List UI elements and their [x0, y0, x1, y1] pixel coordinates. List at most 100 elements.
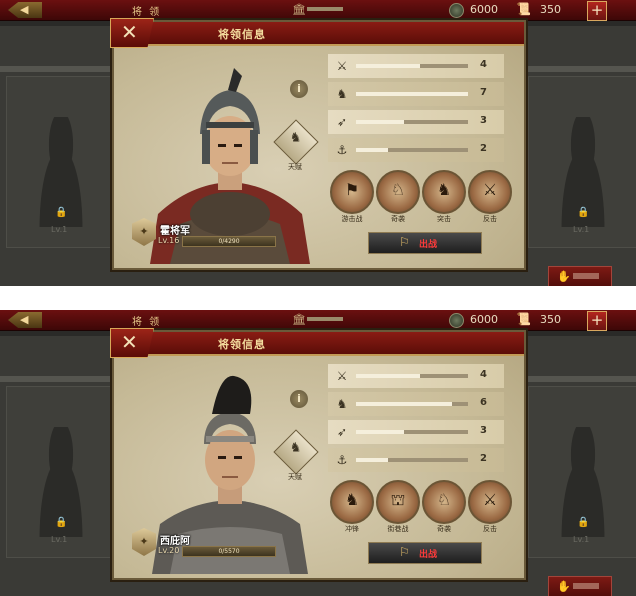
lock-icon: 🔒: [55, 207, 68, 218]
general-name: 西庇阿: [160, 536, 190, 547]
close-button[interactable]: ✕: [110, 328, 154, 358]
anchor-icon: ⚓: [336, 453, 348, 467]
stat-row: ➶ 3: [328, 420, 504, 444]
horse-head-icon: ♞: [289, 130, 302, 146]
stat-value: 2: [480, 143, 487, 154]
top-bar: ◀ 将 领 🏛 6000 📜 350 +: [0, 0, 636, 21]
general-slot[interactable]: 🔒 Lv.1: [6, 386, 116, 558]
coin-count: 6000: [470, 3, 498, 16]
dialog-title: 将领信息: [218, 338, 266, 351]
stat-value: 3: [480, 425, 487, 436]
stat-value: 4: [480, 59, 487, 70]
skill-label: 反击: [483, 215, 497, 223]
talent-label: 天赋: [288, 163, 302, 171]
dialog-header: 将领信息: [114, 22, 524, 46]
general-slot[interactable]: 🔒 Lv.1: [6, 76, 116, 248]
stat-value: 6: [480, 397, 487, 408]
skill-charge[interactable]: ♞: [422, 170, 466, 214]
back-arrow-icon: ◀: [20, 313, 29, 326]
slot-level: Lv.1: [51, 535, 68, 544]
stat-value: 4: [480, 369, 487, 380]
skill-counter[interactable]: ⚔: [468, 480, 512, 524]
skill-guerrilla[interactable]: ⚑: [330, 170, 374, 214]
general-slot[interactable]: 🔒 Lv.1: [528, 386, 636, 558]
scroll-count: 350: [540, 3, 561, 16]
skill-label: 街巷战: [387, 525, 409, 533]
close-button[interactable]: ✕: [110, 18, 154, 48]
slot-level: Lv.1: [573, 535, 590, 544]
skill-street-fight[interactable]: ⛫: [376, 480, 420, 524]
skill-label: 冲锋: [345, 525, 359, 533]
deploy-button[interactable]: ⚐ 出战: [368, 542, 482, 564]
exp-text: 0/5570: [218, 548, 240, 555]
anchor-icon: ⚓: [336, 143, 348, 157]
general-name: 霍将军: [160, 226, 190, 237]
coin-count: 6000: [470, 313, 498, 326]
dialog-title: 将领信息: [218, 28, 266, 41]
deploy-button[interactable]: ⚐ 出战: [368, 232, 482, 254]
stat-row: ♞ 7: [328, 82, 504, 106]
close-icon: ✕: [121, 20, 138, 44]
screen-1: ◀ 将 领 🏛 6000 📜 350 + 🔒 Lv.1 🔒 Lv.1 ✋ 将领信息 …: [0, 0, 636, 286]
counter-icon: ⚔: [482, 180, 498, 199]
screen-2: ◀ 将 领 🏛 6000 📜 350 + 🔒 Lv.1 🔒 Lv.1 ✋ 将领信息 …: [0, 310, 636, 596]
stat-fill: [356, 402, 453, 406]
stat-row: ⚓ 2: [328, 448, 504, 472]
horse-head-icon: ♞: [289, 440, 302, 456]
skill-label: 奇袭: [391, 215, 405, 223]
sword-icon: ⚔: [336, 369, 348, 383]
back-button[interactable]: ◀: [8, 2, 42, 18]
coin-icon: [449, 3, 464, 18]
general-slot[interactable]: 🔒 Lv.1: [528, 76, 636, 248]
exp-text: 0/4290: [218, 238, 240, 245]
stat-fill: [356, 120, 405, 124]
skill-raid[interactable]: ♘: [422, 480, 466, 524]
talent-label: 天赋: [288, 473, 302, 481]
deploy-label: 出战: [419, 550, 438, 560]
slot-level: Lv.1: [51, 225, 68, 234]
add-currency-button[interactable]: +: [587, 1, 607, 21]
skill-raid[interactable]: ♘: [376, 170, 420, 214]
bank-icon: 🏛: [292, 3, 306, 16]
recruit-button[interactable]: ✋: [548, 266, 612, 286]
back-button[interactable]: ◀: [8, 312, 42, 328]
counter-icon: ⚔: [482, 490, 498, 509]
banner-icon: ⚐: [399, 235, 410, 249]
back-arrow-icon: ◀: [20, 3, 29, 16]
skill-label: 突击: [437, 215, 451, 223]
info-icon[interactable]: i: [290, 80, 308, 98]
skill-counter[interactable]: ⚔: [468, 170, 512, 214]
screen-title: 将 领: [132, 317, 162, 328]
lock-icon: 🔒: [577, 517, 590, 528]
recruit-icon: ✋: [557, 270, 571, 283]
stat-fill: [356, 64, 420, 68]
stat-row: ⚔ 4: [328, 54, 504, 78]
stat-fill: [356, 430, 405, 434]
general-level: Lv.20: [158, 546, 180, 555]
skill-label: 反击: [483, 525, 497, 533]
recruit-button[interactable]: ✋: [548, 576, 612, 596]
general-info-dialog: 将领信息 ✕ i ♞ 天赋 ✦ 西庇阿 Lv.20 0/5570 ⚔ 4 ♞ 6 ➶…: [110, 328, 526, 580]
screen-title: 将 领: [132, 7, 162, 18]
banner-icon: ⚐: [399, 545, 410, 559]
deploy-label: 出战: [419, 240, 438, 250]
dialog-header: 将领信息: [114, 332, 524, 356]
skill-charge[interactable]: ♞: [330, 480, 374, 524]
scroll-icon: 📜: [516, 312, 531, 326]
exp-bar: 0/4290: [182, 236, 276, 247]
horse-icon: ♞: [336, 397, 348, 411]
add-currency-button[interactable]: +: [587, 311, 607, 331]
coin-icon: [449, 313, 464, 328]
stat-row: ♞ 6: [328, 392, 504, 416]
raid-icon: ♘: [390, 180, 406, 199]
top-bar: ◀ 将 领 🏛 6000 📜 350 +: [0, 310, 636, 331]
close-icon: ✕: [121, 330, 138, 354]
exp-bar: 0/5570: [182, 546, 276, 557]
info-icon[interactable]: i: [290, 390, 308, 408]
sword-icon: ⚔: [336, 59, 348, 73]
stat-value: 7: [480, 87, 487, 98]
recruit-icon: ✋: [557, 580, 571, 593]
skill-label: 游击战: [341, 215, 363, 223]
stat-fill: [356, 374, 420, 378]
stat-value: 3: [480, 115, 487, 126]
